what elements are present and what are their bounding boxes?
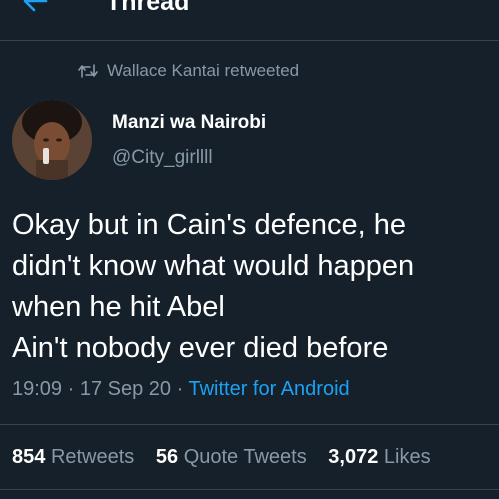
tweet-date: 17 Sep 20 bbox=[79, 378, 172, 400]
arrow-left-icon[interactable] bbox=[22, 0, 48, 14]
retweets-stat[interactable]: 854 Retweets bbox=[12, 446, 134, 468]
quotes-label: Quote Tweets bbox=[183, 446, 307, 468]
divider bbox=[0, 424, 499, 425]
retweets-label: Retweets bbox=[50, 446, 135, 468]
avatar[interactable] bbox=[12, 100, 92, 180]
author-username[interactable]: @City_girllll bbox=[112, 147, 213, 169]
retweet-context-text: Wallace Kantai retweeted bbox=[107, 61, 300, 80]
tweet-stats: 854 Retweets 56 Quote Tweets 3,072 Likes bbox=[12, 446, 447, 469]
likes-stat[interactable]: 3,072 Likes bbox=[328, 446, 430, 468]
quotes-count: 56 bbox=[155, 446, 179, 468]
meta-separator: · bbox=[176, 378, 189, 400]
tweet-line: Ain't nobody ever died before bbox=[12, 332, 389, 364]
quote-tweets-stat[interactable]: 56 Quote Tweets bbox=[156, 446, 307, 468]
likes-label: Likes bbox=[383, 446, 431, 468]
retweet-context[interactable]: Wallace Kantai retweeted bbox=[78, 60, 299, 82]
thread-header: Thread bbox=[0, 0, 499, 41]
tweet-line: when he hit Abel bbox=[12, 291, 225, 323]
likes-count: 3,072 bbox=[328, 446, 379, 468]
tweet-line: didn't know what would happen bbox=[12, 250, 415, 282]
tweet-line: Okay but in Cain's defence, he bbox=[12, 209, 407, 241]
meta-separator: · bbox=[67, 378, 80, 400]
tweet-metadata: 19:09 · 17 Sep 20 · Twitter for Android bbox=[12, 378, 350, 401]
tweet-source-link[interactable]: Twitter for Android bbox=[188, 378, 349, 400]
retweets-count: 854 bbox=[12, 446, 46, 468]
tweet-time: 19:09 bbox=[12, 378, 63, 400]
divider bbox=[0, 489, 499, 490]
author-display-name[interactable]: Manzi wa Nairobi bbox=[112, 112, 266, 134]
retweet-icon bbox=[78, 63, 98, 79]
tweet-body: Okay but in Cain's defence, he didn't kn… bbox=[12, 205, 492, 369]
page-title: Thread bbox=[106, 0, 190, 16]
